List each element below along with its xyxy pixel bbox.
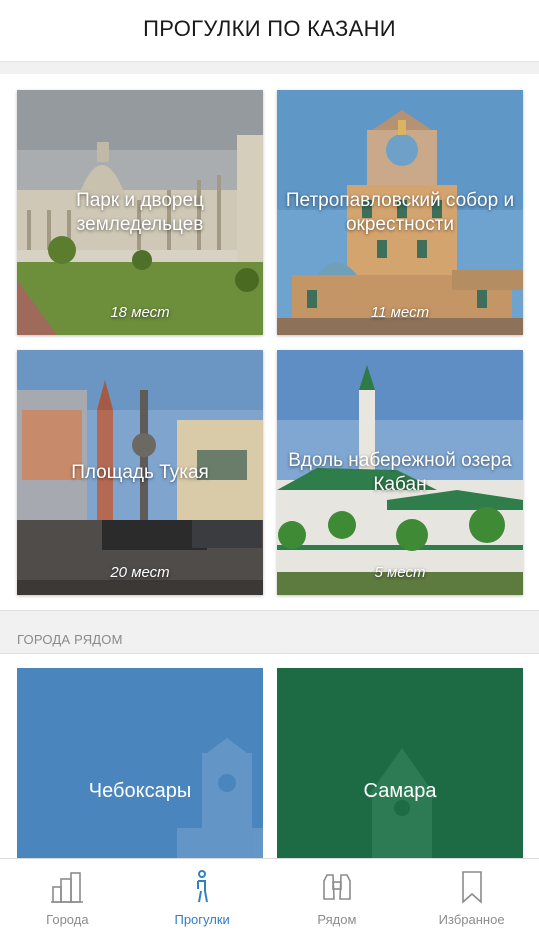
city-card-samara[interactable]: Самара (277, 668, 523, 858)
city-name: Чебоксары (88, 780, 192, 802)
walk-card-cathedral[interactable]: Петропавловский собор и окрестности 11 м… (277, 90, 523, 335)
walk-card-title: Площадь Тукая (71, 461, 209, 483)
tab-label: Рядом (317, 912, 357, 927)
walk-card-palace[interactable]: Парк и дворец земледельцев 18 мест (17, 90, 263, 335)
bookmark-icon (454, 869, 490, 905)
walk-card-count: 20 мест (110, 564, 170, 581)
section-title: ГОРОДА РЯДОМ (17, 632, 123, 647)
tab-nearby[interactable]: Рядом (270, 859, 405, 930)
walk-card-title: Вдоль набережной озера Кабан (288, 449, 512, 495)
page-title: ПРОГУЛКИ ПО КАЗАНИ (143, 15, 396, 41)
tab-cities[interactable]: Города (0, 859, 135, 930)
tab-label: Города (46, 912, 89, 927)
walk-card-count: 5 мест (374, 564, 426, 581)
app-header: ПРОГУЛКИ ПО КАЗАНИ (0, 0, 539, 62)
walk-card-count: 11 мест (370, 304, 430, 321)
cheboksary-background (17, 668, 263, 858)
tab-label: Прогулки (174, 912, 230, 927)
content-area[interactable]: Парк и дворец земледельцев 18 мест Петро… (0, 74, 539, 858)
city-buildings-icon (49, 869, 85, 905)
walking-person-icon (184, 869, 220, 905)
tab-label: Избранное (438, 912, 505, 927)
nearby-section-header: ГОРОДА РЯДОМ (0, 610, 539, 654)
walks-grid: Парк и дворец земледельцев 18 мест Петро… (17, 90, 523, 595)
city-name: Самара (363, 780, 437, 802)
city-card-cheboksary[interactable]: Чебоксары (17, 668, 263, 858)
binoculars-icon (319, 869, 355, 905)
walk-card-title: Петропавловский собор и окрестности (285, 189, 515, 235)
tab-favorites[interactable]: Избранное (404, 859, 539, 930)
walk-card-tukay[interactable]: Площадь Тукая 20 мест (17, 350, 263, 595)
walk-card-kaban[interactable]: Вдоль набережной озера Кабан 5 мест (277, 350, 523, 595)
samara-background (277, 668, 523, 858)
tab-bar: Города Прогулки Рядом Избранное (0, 858, 539, 930)
walk-card-count: 18 мест (110, 304, 170, 321)
walk-card-title: Парк и дворец земледельцев (76, 189, 204, 235)
tab-walks[interactable]: Прогулки (135, 859, 270, 930)
